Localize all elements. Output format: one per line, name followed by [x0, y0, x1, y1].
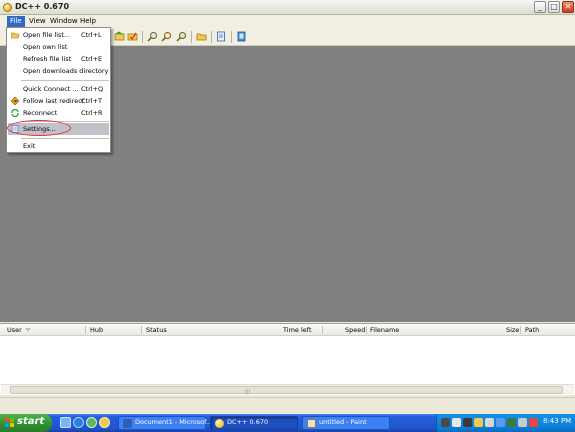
tray-icon[interactable]	[441, 418, 450, 427]
menu-item-label: Refresh file list	[23, 55, 72, 63]
tray-icon[interactable]	[507, 418, 516, 427]
tray-icon[interactable]	[485, 418, 494, 427]
start-button[interactable]: start	[0, 414, 52, 432]
title-bar: DC++ 0.670 _ □ ✕	[0, 0, 575, 15]
annotation-circle	[7, 120, 71, 136]
reconnect-icon	[11, 109, 19, 117]
column-filename[interactable]: Filename	[370, 324, 399, 336]
menu-item-label: Open own list	[23, 43, 68, 51]
minimize-button[interactable]: _	[534, 1, 546, 13]
column-divider[interactable]	[322, 326, 323, 334]
menu-item-label: Exit	[23, 142, 36, 150]
scrollbar-grip: |||	[245, 389, 251, 395]
word-icon	[123, 419, 132, 428]
menu-view[interactable]: View	[26, 16, 49, 27]
queue-icon[interactable]	[114, 31, 125, 42]
settings-toolbar-icon[interactable]	[216, 31, 227, 42]
tray-icon[interactable]	[474, 418, 483, 427]
system-tray: 8:43 PM	[436, 414, 575, 432]
column-time-left[interactable]: Time left	[283, 324, 312, 336]
notepad-icon[interactable]	[236, 31, 247, 42]
column-speed[interactable]: Speed	[345, 324, 365, 336]
column-divider[interactable]	[141, 326, 142, 334]
menu-item-open-downloads-directory[interactable]: Open downloads directory	[8, 65, 109, 77]
column-divider[interactable]	[85, 326, 86, 334]
column-hub[interactable]: Hub	[90, 324, 103, 336]
search-icon[interactable]	[147, 31, 158, 42]
menu-item-quick-connect[interactable]: Quick Connect ... Ctrl+Q	[8, 83, 109, 95]
menu-item-shortcut: Ctrl+R	[81, 109, 103, 117]
media-player-icon[interactable]	[86, 417, 97, 428]
adl-search-icon[interactable]	[161, 31, 172, 42]
window-title: DC++ 0.670	[15, 2, 70, 11]
menu-item-exit[interactable]: Exit	[8, 140, 109, 152]
menu-item-shortcut: Ctrl+Q	[81, 85, 104, 93]
sort-arrow-icon	[25, 328, 31, 332]
folder-open-icon	[11, 32, 19, 39]
menu-separator	[21, 138, 109, 139]
menu-item-shortcut: Ctrl+L	[81, 31, 102, 39]
show-desktop-icon[interactable]	[60, 417, 71, 428]
paint-icon	[307, 419, 316, 428]
task-label: DC++ 0.670	[227, 418, 269, 426]
menu-item-open-own-list[interactable]: Open own list	[8, 41, 109, 53]
menu-item-follow-last-redirect[interactable]: Follow last redirect Ctrl+T	[8, 95, 109, 107]
menu-item-label: Reconnect	[23, 109, 58, 117]
transfers-header: User Hub Status Time left Speed Filename…	[0, 324, 575, 336]
column-status[interactable]: Status	[146, 324, 167, 336]
menu-item-open-file-list[interactable]: Open file list... Ctrl+L	[8, 29, 109, 41]
column-divider[interactable]	[366, 326, 367, 334]
clock[interactable]: 8:43 PM	[543, 417, 571, 425]
toolbar-separator	[191, 31, 192, 43]
redirect-icon	[11, 97, 19, 105]
menu-item-shortcut: Ctrl+T	[81, 97, 102, 105]
toolbar-separator	[142, 31, 143, 43]
column-path[interactable]: Path	[525, 324, 539, 336]
column-size[interactable]: Size	[506, 324, 519, 336]
tray-icon[interactable]	[496, 418, 505, 427]
task-label: untitled - Paint	[319, 418, 367, 426]
dcpp-task-icon	[215, 419, 224, 428]
menu-file[interactable]: File	[7, 16, 25, 27]
open-folder-icon[interactable]	[196, 31, 207, 42]
tray-icon[interactable]	[452, 418, 461, 427]
menu-item-refresh-file-list[interactable]: Refresh file list Ctrl+E	[8, 53, 109, 65]
menu-help[interactable]: Help	[77, 16, 99, 27]
tray-icon[interactable]	[518, 418, 527, 427]
menu-item-shortcut: Ctrl+E	[81, 55, 103, 63]
transfers-pane: User Hub Status Time left Speed Filename…	[0, 323, 575, 395]
scrollbar-thumb[interactable]: |||	[10, 386, 563, 395]
toolbar-separator	[211, 31, 212, 43]
horizontal-scrollbar[interactable]: |||	[1, 384, 574, 395]
menu-item-label: Quick Connect ...	[23, 85, 79, 93]
dcpp-app-icon[interactable]	[3, 3, 12, 12]
tray-icon[interactable]	[463, 418, 472, 427]
close-button[interactable]: ✕	[562, 1, 574, 13]
tray-icon[interactable]	[529, 418, 538, 427]
column-user[interactable]: User	[7, 324, 22, 336]
quick-launch-icon[interactable]	[99, 417, 110, 428]
menu-item-reconnect[interactable]: Reconnect Ctrl+R	[8, 107, 109, 119]
column-divider[interactable]	[520, 326, 521, 334]
menu-separator	[21, 80, 109, 81]
menu-item-label: Follow last redirect	[23, 97, 85, 105]
toolbar-separator	[231, 31, 232, 43]
maximize-button[interactable]: □	[548, 1, 560, 13]
menu-item-label: Open file list...	[23, 31, 71, 39]
task-label: Document1 - Microsof...	[135, 418, 213, 426]
windows-flag-icon	[5, 418, 14, 427]
search-spy-icon[interactable]	[176, 31, 187, 42]
menu-window[interactable]: Window	[47, 16, 81, 27]
start-label: start	[17, 416, 45, 427]
finished-icon[interactable]	[127, 31, 138, 42]
internet-explorer-icon[interactable]	[73, 417, 84, 428]
task-paint[interactable]: untitled - Paint	[302, 416, 390, 430]
menu-item-label: Open downloads directory	[23, 67, 109, 75]
status-bar	[0, 397, 575, 414]
task-document1[interactable]: Document1 - Microsof...	[118, 416, 212, 430]
task-dcpp[interactable]: DC++ 0.670	[210, 416, 298, 430]
taskbar: start Document1 - Microsof... DC++ 0.670…	[0, 414, 575, 432]
file-menu-dropdown: Open file list... Ctrl+L Open own list R…	[6, 27, 111, 153]
